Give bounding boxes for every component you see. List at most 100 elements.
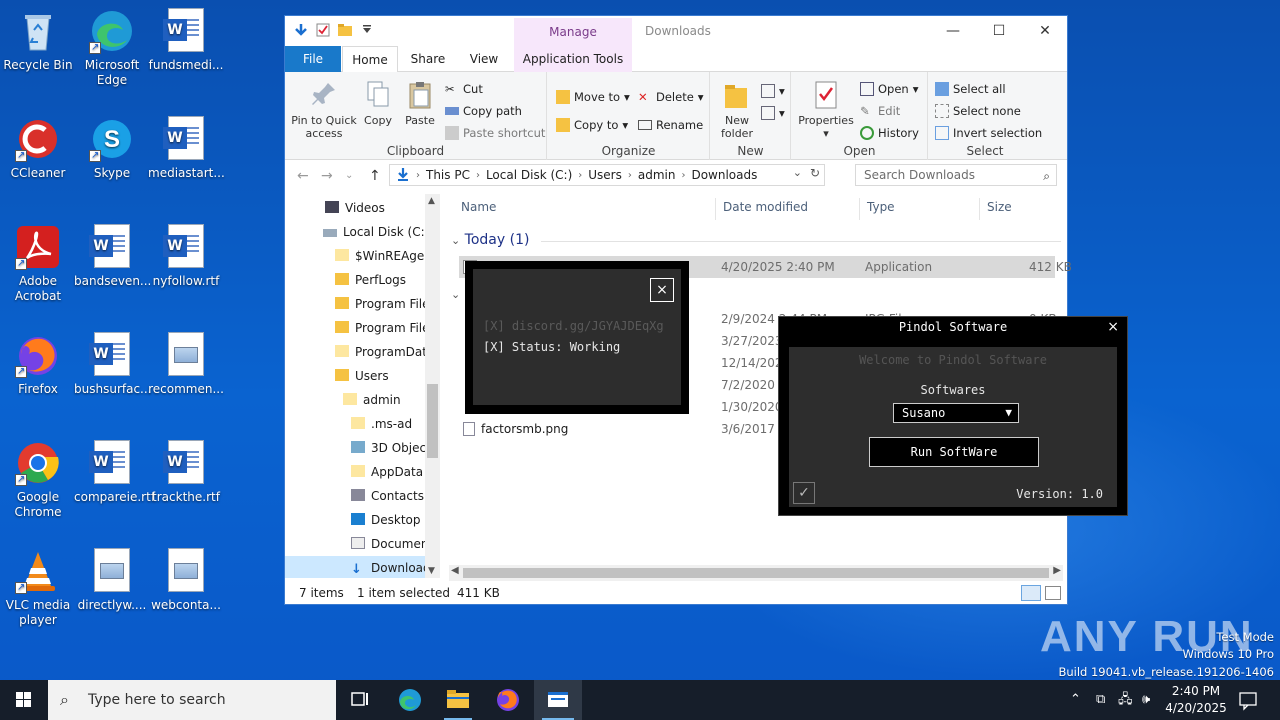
scroll-down-icon[interactable]: ▼ (428, 566, 435, 576)
breadcrumb-users[interactable]: Users (588, 168, 622, 182)
software-select[interactable]: Susano ▼ (893, 403, 1019, 423)
desktop-icon-compareie[interactable]: W compareie.rtf (74, 440, 155, 505)
tab-view[interactable]: View (461, 46, 507, 72)
group-header-earlier[interactable]: ⌄ (451, 286, 460, 302)
scrollbar-thumb[interactable] (463, 568, 1049, 578)
properties-check-icon[interactable] (315, 22, 331, 38)
customize-dropdown-icon[interactable] (359, 22, 375, 38)
close-button[interactable]: ✕ (1022, 16, 1068, 46)
minimize-button[interactable]: — (930, 16, 976, 46)
new-folder-button[interactable]: New folder (715, 80, 759, 140)
network-wired-icon[interactable]: 🖧 (1118, 680, 1133, 720)
pindol-close-button[interactable]: × (1107, 317, 1119, 337)
desktop-icon-nyfollow[interactable]: W nyfollow.rtf (148, 224, 224, 289)
nav-item-3d-objects[interactable]: 3D Objects (285, 436, 437, 460)
paste-shortcut-button[interactable]: Paste shortcut (445, 126, 545, 140)
breadcrumb-admin[interactable]: admin (638, 168, 676, 182)
nav-item-winreagent[interactable]: $WinREAgent (285, 244, 437, 268)
volume-icon[interactable]: 🕪 (1142, 680, 1150, 720)
column-date-modified[interactable]: Date modified (723, 200, 808, 214)
up-arrow-icon[interactable]: ↑ (369, 168, 381, 184)
nav-item-desktop[interactable]: Desktop (285, 508, 425, 532)
desktop-icon-recycle-bin[interactable]: Recycle Bin (0, 8, 76, 73)
desktop-icon-acrobat[interactable]: Adobe Acrobat (0, 224, 76, 304)
column-name[interactable]: Name (461, 200, 496, 214)
tab-home[interactable]: Home (342, 46, 398, 73)
network-tray-icon[interactable]: ⧉ (1096, 680, 1105, 720)
back-arrow-icon[interactable]: ← (297, 168, 309, 184)
down-arrow-icon[interactable] (293, 22, 309, 38)
desktop-icon-skype[interactable]: S Skype (74, 116, 150, 181)
desktop-icon-ccleaner[interactable]: CCleaner (0, 116, 76, 181)
new-folder-icon[interactable] (337, 22, 353, 38)
address-bar[interactable]: › This PC › Local Disk (C:) › Users › ad… (389, 164, 825, 186)
cut-button[interactable]: ✂ Cut (445, 82, 483, 96)
properties-button[interactable]: Properties ▾ (796, 80, 856, 140)
tab-share[interactable]: Share (405, 46, 451, 72)
nav-item-local-disk[interactable]: Local Disk (C:) (285, 220, 429, 244)
popup-close-button[interactable]: × (650, 278, 674, 302)
new-item-button[interactable]: ▾ (761, 84, 785, 98)
scrollbar-thumb[interactable] (427, 384, 438, 458)
copy-to-button[interactable]: Copy to ▾ (556, 118, 628, 132)
nav-scrollbar[interactable]: ▲ ▼ (425, 194, 440, 578)
details-view-icon[interactable] (1021, 585, 1041, 601)
taskbar-clock[interactable]: 2:40 PM 4/20/2025 (1164, 683, 1228, 717)
copy-path-button[interactable]: Copy path (445, 104, 522, 118)
breadcrumb-this-pc[interactable]: This PC (426, 168, 470, 182)
horizontal-scrollbar[interactable]: ◀ ▶ (449, 565, 1063, 581)
start-button[interactable] (0, 680, 48, 720)
desktop-icon-bushsurfac[interactable]: W bushsurfac... (74, 332, 152, 397)
desktop-icon-webconta[interactable]: webconta... (148, 548, 224, 613)
show-hidden-icons-chevron-icon[interactable]: ⌃ (1070, 680, 1081, 720)
select-none-button[interactable]: Select none (935, 104, 1021, 118)
desktop-icon-chrome[interactable]: Google Chrome (0, 440, 76, 520)
maximize-button[interactable]: ☐ (976, 16, 1022, 46)
taskbar-file-explorer-icon[interactable] (434, 680, 482, 720)
column-size[interactable]: Size (987, 200, 1012, 214)
action-center-notification-icon[interactable] (1238, 680, 1258, 720)
nav-item-users[interactable]: Users (285, 364, 425, 388)
move-to-button[interactable]: Move to ▾ (556, 90, 630, 104)
address-dropdown-icon[interactable]: ⌄ (793, 166, 802, 179)
nav-item-appdata[interactable]: AppData (285, 460, 425, 484)
edit-button[interactable]: ✎ Edit (860, 104, 900, 118)
column-type[interactable]: Type (867, 200, 895, 214)
desktop-icon-fundsmedi[interactable]: W fundsmedi... (148, 8, 224, 73)
paste-button[interactable]: Paste (401, 80, 439, 127)
easy-access-button[interactable]: ▾ (761, 106, 785, 120)
desktop-icon-mediastart[interactable]: W mediastart... (148, 116, 225, 181)
desktop-icon-trackthe[interactable]: W trackthe.rtf (148, 440, 224, 505)
select-all-button[interactable]: Select all (935, 82, 1006, 96)
taskbar-search-input[interactable]: ⌕ Type here to search (48, 680, 336, 720)
nav-item-programdata[interactable]: ProgramData (285, 340, 434, 364)
nav-item-program-files[interactable]: Program Files (285, 292, 436, 316)
nav-item-program-files-x86[interactable]: Program Files (285, 316, 436, 340)
copy-button[interactable]: Copy (361, 80, 395, 127)
desktop-icon-directlyw[interactable]: directlyw.... (74, 548, 150, 613)
tab-application-tools[interactable]: Application Tools (514, 46, 632, 72)
run-software-button[interactable]: Run SoftWare (869, 437, 1039, 467)
nav-item-documents[interactable]: Documents (285, 532, 439, 556)
history-button[interactable]: History (860, 126, 919, 140)
taskbar-pindol-app-icon[interactable] (534, 680, 582, 720)
refresh-icon[interactable]: ↻ (810, 166, 820, 180)
task-view-button[interactable] (336, 680, 384, 720)
checkbox[interactable]: ✓ (793, 482, 815, 504)
nav-item-videos[interactable]: Videos (285, 196, 425, 220)
delete-button[interactable]: ✕ Delete ▾ (638, 90, 704, 104)
desktop-icon-firefox[interactable]: Firefox (0, 332, 76, 397)
rename-button[interactable]: Rename (638, 118, 703, 132)
nav-item-admin[interactable]: admin (285, 388, 425, 412)
nav-item-downloads[interactable]: ↓ Downloads (285, 556, 437, 578)
nav-item-ms-ad[interactable]: .ms-ad (285, 412, 425, 436)
scroll-right-icon[interactable]: ▶ (1053, 565, 1061, 576)
pin-quick-access-button[interactable]: Pin to Quick access (289, 80, 359, 140)
taskbar-firefox-icon[interactable] (484, 680, 532, 720)
nav-item-contacts[interactable]: Contacts (285, 484, 425, 508)
nav-item-perflogs[interactable]: PerfLogs (285, 268, 425, 292)
open-button[interactable]: Open ▾ (860, 82, 919, 96)
large-icons-view-icon[interactable] (1045, 586, 1061, 600)
tab-file[interactable]: File (285, 46, 341, 72)
desktop-icon-recommen[interactable]: recommen... (148, 332, 224, 397)
